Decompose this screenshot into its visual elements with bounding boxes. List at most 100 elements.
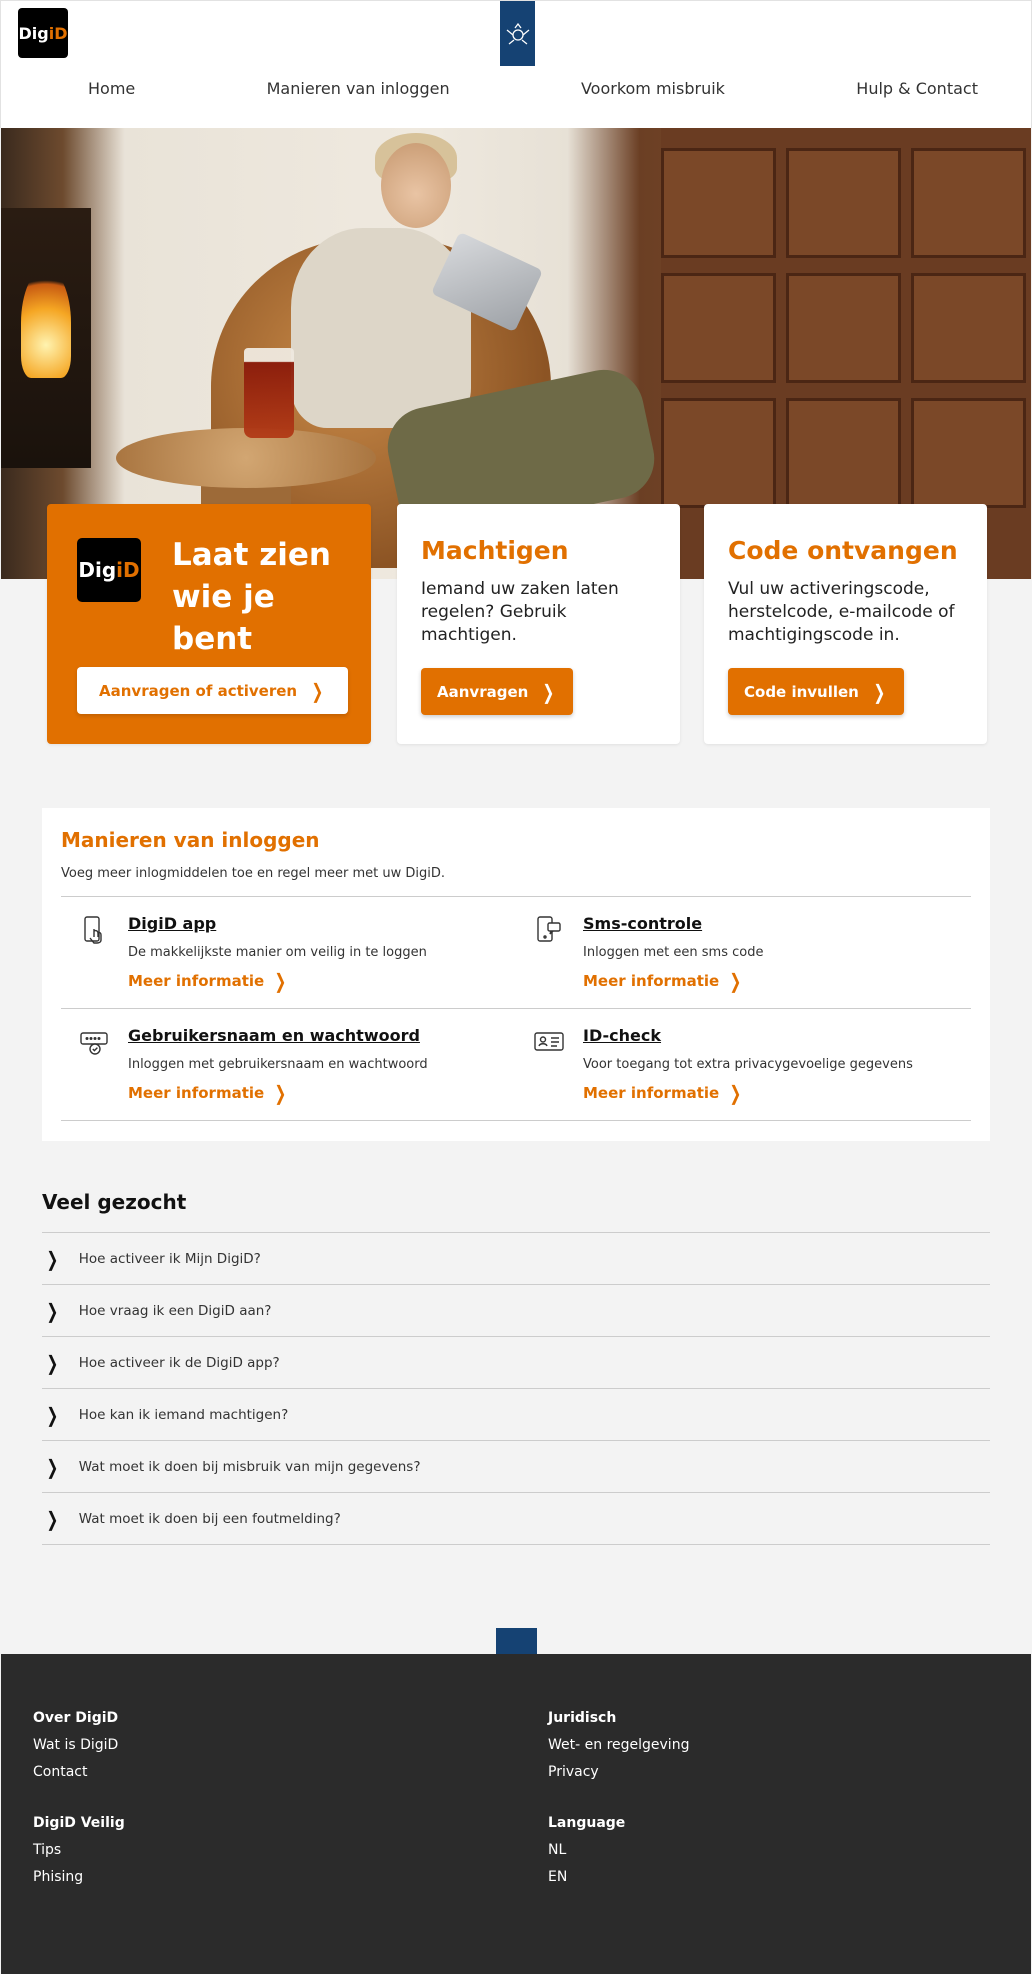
login-method-sms-controle: Sms-controle Inloggen met een sms code M… — [516, 897, 971, 1009]
hero-drawer — [661, 148, 776, 258]
section-title: Manieren van inloggen — [61, 828, 320, 852]
footer-link[interactable]: NL — [548, 1837, 625, 1864]
password-icon — [80, 1032, 108, 1055]
hero-drawer — [661, 398, 776, 508]
login-methods-row: Gebruikersnaam en wachtwoord Inloggen me… — [61, 1009, 971, 1121]
footer-link[interactable]: Contact — [33, 1759, 118, 1786]
card-laat-zien: Dig iD Laat zien wie je bent Aanvragen of… — [47, 504, 371, 744]
meer-informatie-link[interactable]: Meer informatie ❯ — [128, 1083, 289, 1103]
login-method-title[interactable]: ID-check — [583, 1026, 661, 1045]
link-label: Meer informatie — [583, 1084, 720, 1102]
login-methods-section: Manieren van inloggen Voeg meer inlogmid… — [42, 808, 990, 1141]
id-card-icon — [534, 1032, 564, 1051]
button-label: Code invullen — [744, 682, 859, 701]
chevron-right-icon: ❯ — [46, 1298, 59, 1323]
footer-heading: Juridisch — [548, 1710, 617, 1726]
nav-home[interactable]: Home — [88, 79, 135, 98]
link-label: Meer informatie — [128, 1084, 265, 1102]
faq-list: ❯ Hoe activeer ik Mijn DigiD? ❯ Hoe vraag … — [42, 1232, 990, 1545]
section-title: Veel gezocht — [42, 1190, 187, 1214]
footer-col-juridisch: Juridisch Wet- en regelgeving Privacy — [548, 1710, 689, 1786]
chevron-right-icon: ❯ — [46, 1246, 59, 1271]
login-methods-row: DigiD app De makkelijkste manier om veil… — [61, 897, 971, 1009]
aanvragen-of-activeren-button[interactable]: Aanvragen of activeren ❯ — [77, 667, 348, 714]
login-method-gebruikersnaam: Gebruikersnaam en wachtwoord Inloggen me… — [61, 1009, 516, 1121]
faq-section: Veel gezocht ❯ Hoe activeer ik Mijn DigiD… — [42, 1190, 990, 1545]
footer-link[interactable]: Privacy — [548, 1759, 689, 1786]
card-title: Machtigen — [421, 536, 569, 565]
footer-heading: DigiD Veilig — [33, 1815, 125, 1831]
footer-heading: Language — [548, 1815, 626, 1831]
main-nav: Home Manieren van inloggen Voorkom misbr… — [1, 79, 1032, 98]
login-method-desc: Inloggen met gebruikersnaam en wachtwoor… — [128, 1057, 428, 1072]
faq-item[interactable]: ❯ Hoe vraag ik een DigiD aan? — [42, 1285, 990, 1337]
logo-text: Dig — [18, 23, 49, 43]
nav-voorkom-misbruik[interactable]: Voorkom misbruik — [581, 79, 725, 98]
hero-drawer — [786, 273, 901, 383]
chevron-right-icon: ❯ — [46, 1402, 59, 1427]
chevron-right-icon: ❯ — [46, 1454, 59, 1479]
faq-item-label: Hoe vraag ik een DigiD aan? — [78, 1302, 272, 1319]
meer-informatie-link[interactable]: Meer informatie ❯ — [583, 1083, 744, 1103]
faq-item-label: Hoe activeer ik de DigiD app? — [78, 1354, 280, 1371]
login-method-id-check: ID-check Voor toegang tot extra privacyg… — [516, 1009, 971, 1121]
code-invullen-button[interactable]: Code invullen ❯ — [728, 668, 904, 715]
button-label: Aanvragen — [437, 682, 529, 701]
login-method-title[interactable]: Gebruikersnaam en wachtwoord — [128, 1026, 420, 1045]
login-method-digid-app: DigiD app De makkelijkste manier om veil… — [61, 897, 516, 1009]
hero-flame — [21, 268, 71, 378]
hero-head — [381, 143, 451, 228]
card-title: Laat zien wie je bent — [172, 537, 331, 657]
chevron-right-icon: ❯ — [46, 1506, 59, 1531]
faq-item[interactable]: ❯ Hoe activeer ik Mijn DigiD? — [42, 1233, 990, 1285]
faq-item[interactable]: ❯ Wat moet ik doen bij een foutmelding? — [42, 1493, 990, 1545]
footer-col-language: Language NL EN — [548, 1815, 625, 1891]
aanvragen-button[interactable]: Aanvragen ❯ — [421, 668, 574, 715]
footer-tab — [496, 1628, 537, 1654]
footer-link[interactable]: EN — [548, 1864, 625, 1891]
footer-link[interactable]: Phising — [33, 1864, 125, 1891]
hero-person — [291, 228, 471, 428]
nav-manieren-van-inloggen[interactable]: Manieren van inloggen — [267, 79, 450, 98]
faq-item[interactable]: ❯ Wat moet ik doen bij misbruik van mijn … — [42, 1441, 990, 1493]
chevron-right-icon: ❯ — [873, 679, 886, 704]
login-method-desc: Inloggen met een sms code — [583, 945, 764, 960]
hero-drawer — [911, 273, 1026, 383]
login-method-desc: De makkelijkste manier om veilig in te l… — [128, 945, 427, 960]
login-method-title[interactable]: DigiD app — [128, 914, 216, 933]
meer-informatie-link[interactable]: Meer informatie ❯ — [583, 971, 744, 991]
login-method-desc: Voor toegang tot extra privacygevoelige … — [583, 1057, 913, 1072]
link-label: Meer informatie — [128, 972, 265, 990]
phone-tap-icon — [84, 916, 102, 944]
footer-col-digid-veilig: DigiD Veilig Tips Phising — [33, 1815, 125, 1891]
faq-item-label: Wat moet ik doen bij een foutmelding? — [78, 1510, 341, 1527]
chevron-right-icon: ❯ — [46, 1350, 59, 1375]
card-logo-text-accent: iD — [116, 558, 140, 582]
hero-drawer — [786, 148, 901, 258]
meer-informatie-link[interactable]: Meer informatie ❯ — [128, 971, 289, 991]
card-text: Vul uw activeringscode, herstelcode, e-m… — [728, 579, 955, 645]
footer-heading: Over DigiD — [33, 1710, 119, 1726]
rijksoverheid-emblem-icon — [500, 1, 535, 66]
footer-link[interactable]: Tips — [33, 1837, 125, 1864]
phone-message-icon — [537, 916, 561, 942]
card-code-ontvangen: Code ontvangen Vul uw activeringscode, h… — [704, 504, 987, 744]
footer-link[interactable]: Wet- en regelgeving — [548, 1732, 689, 1759]
card-title: Code ontvangen — [728, 536, 958, 565]
faq-item[interactable]: ❯ Hoe kan ik iemand machtigen? — [42, 1389, 990, 1441]
digid-logo[interactable]: Dig iD — [18, 8, 68, 58]
hero-drawer — [786, 398, 901, 508]
faq-item[interactable]: ❯ Hoe activeer ik de DigiD app? — [42, 1337, 990, 1389]
hero-drawer — [911, 398, 1026, 508]
hero-drawer — [911, 148, 1026, 258]
chevron-right-icon: ❯ — [542, 679, 555, 704]
nav-hulp-contact[interactable]: Hulp & Contact — [856, 79, 978, 98]
card-text: Iemand uw zaken laten regelen? Gebruik m… — [421, 579, 619, 645]
footer-col-over-digid: Over DigiD Wat is DigiD Contact — [33, 1710, 118, 1786]
login-method-title[interactable]: Sms-controle — [583, 914, 702, 933]
chevron-right-icon: ❯ — [311, 678, 324, 703]
digid-card-logo: Dig iD — [77, 538, 141, 602]
chevron-right-icon: ❯ — [729, 1081, 742, 1105]
footer-link[interactable]: Wat is DigiD — [33, 1732, 118, 1759]
hero-drawer — [661, 273, 776, 383]
